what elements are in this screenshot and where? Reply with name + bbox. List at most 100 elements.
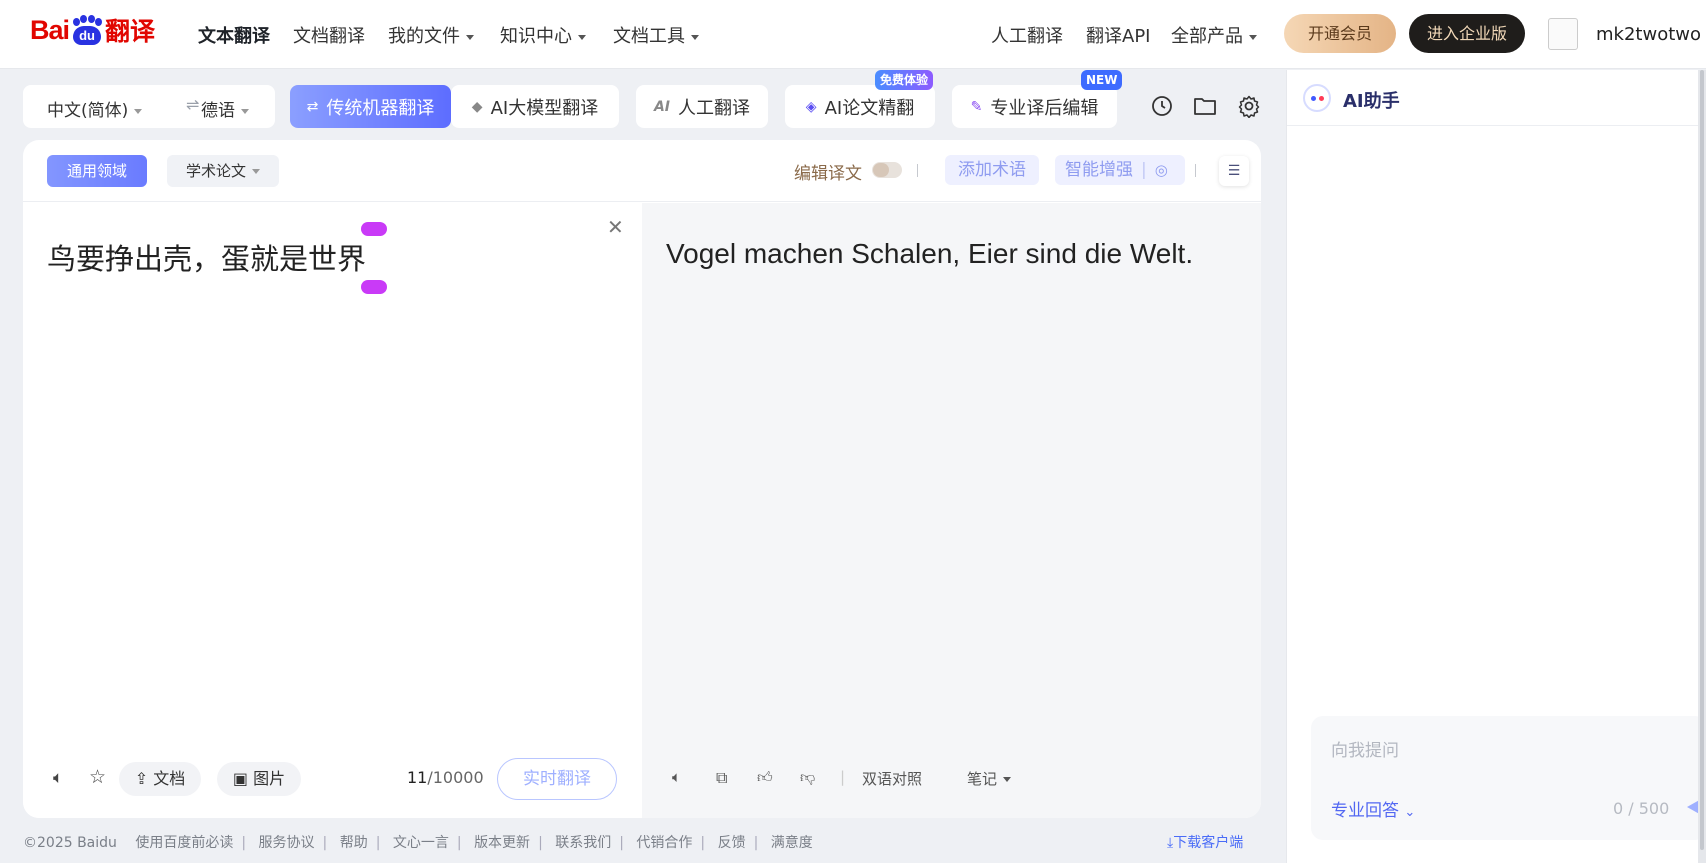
divider	[1195, 164, 1196, 177]
nav-doc-tools[interactable]: 文档工具	[613, 22, 699, 48]
logo-text-du: du	[73, 26, 102, 45]
footer-link[interactable]: 代销合作	[636, 835, 692, 851]
top-nav: Bai du 翻译 文本翻译 文档翻译 我的文件 知识中心 文档工具 人工翻译 …	[0, 0, 1706, 69]
chevron-down-icon	[1003, 777, 1012, 782]
footer-link[interactable]: 满意度	[771, 835, 813, 851]
divider	[917, 164, 918, 177]
target-icon: ◎	[1154, 161, 1168, 179]
clear-close-icon[interactable]: ✕	[607, 215, 624, 239]
copy-icon[interactable]: ⧉	[716, 768, 727, 788]
free-trial-badge: 免费体验	[875, 70, 934, 90]
bilingual-view-button[interactable]: 双语对照	[862, 768, 922, 789]
realtime-translate-button[interactable]: 实时翻译	[497, 758, 617, 800]
history-clock-icon[interactable]	[1148, 92, 1176, 120]
translation-card: 通用领域 学术论文 编辑译文 添加术语 智能增强 | ◎ ☰ 鸟要挣出壳，蛋就是世界…	[23, 140, 1261, 818]
scrollbar[interactable]	[1698, 70, 1706, 863]
baidu-fanyi-logo[interactable]: Bai du 翻译	[30, 10, 155, 50]
username[interactable]: mk2twotwo	[1596, 24, 1701, 45]
swap-language-icon[interactable]: ⇌	[186, 95, 199, 114]
image-icon: ▣	[232, 769, 248, 788]
footer-link[interactable]: 文心一言	[393, 835, 449, 851]
add-term-button[interactable]: 添加术语	[945, 155, 1039, 185]
speaker-icon[interactable]: 🔈︎	[53, 768, 63, 788]
source-pane: 鸟要挣出壳，蛋就是世界 ✕ 🔈︎ ☆ ⇪ 文档 ▣ 图片 11/10000 实时…	[23, 203, 642, 818]
edit-translation-toggle[interactable]	[872, 162, 902, 178]
upload-image-button[interactable]: ▣ 图片	[217, 762, 301, 796]
edit-pen-icon: ✎	[970, 98, 983, 115]
footer-link[interactable]: 使用百度前必读	[135, 835, 233, 851]
char-counter: 11/10000	[407, 768, 484, 787]
tab-post-editing[interactable]: ✎ 专业译后编辑 NEW	[952, 70, 1123, 128]
ai-question-box[interactable]: 向我提问 专业回答 ⌄ 0 / 500	[1311, 716, 1706, 840]
smart-enhance-button[interactable]: 智能增强 | ◎	[1055, 155, 1185, 185]
card-header: 通用领域 学术论文 编辑译文 添加术语 智能增强 | ◎ ☰	[23, 140, 1261, 202]
download-client-link[interactable]: ⤓下载客户端	[1167, 832, 1243, 852]
avatar[interactable]	[1548, 18, 1578, 50]
nav-human-translate[interactable]: 人工翻译	[991, 22, 1063, 48]
translate-icon: ⇄	[306, 98, 319, 115]
domain-general-chip[interactable]: 通用领域	[47, 155, 147, 187]
target-language-select[interactable]: 德语	[201, 96, 249, 121]
ai-char-counter: 0 / 500	[1613, 799, 1670, 818]
upload-icon: ⇪	[134, 769, 149, 788]
star-icon[interactable]: ☆	[89, 766, 106, 788]
gear-icon[interactable]	[1235, 92, 1263, 120]
target-footer: 🔈︎ ⧉ 👍︎ 👎︎ | 双语对照 笔记	[642, 738, 1261, 818]
vip-button[interactable]: 开通会员	[1284, 14, 1396, 53]
enterprise-button[interactable]: 进入企业版	[1409, 14, 1525, 53]
selection-handle-top[interactable]	[361, 222, 387, 236]
ai-assistant-icon	[1303, 84, 1331, 112]
logo-text-bai: Bai	[30, 14, 70, 45]
chevron-down-icon: ⌄	[1404, 805, 1416, 820]
footer-link[interactable]: 帮助	[340, 835, 368, 851]
nav-translate-api[interactable]: 翻译API	[1086, 22, 1150, 48]
tab-ai-paper-translation[interactable]: ◈ AI论文精翻 免费体验	[785, 70, 935, 128]
chevron-down-icon	[1249, 34, 1257, 40]
ai-assistant-panel: AI助手 向我提问 专业回答 ⌄ 0 / 500	[1286, 70, 1706, 863]
ai-sparkle-icon: AI	[653, 98, 671, 115]
cube-icon: ◆	[471, 98, 483, 115]
chevron-down-icon	[466, 34, 474, 40]
menu-lines-icon[interactable]: ☰	[1219, 156, 1249, 186]
target-pane: Vogel machen Schalen, Eier sind die Welt…	[642, 203, 1261, 818]
ai-panel-title: AI助手	[1343, 91, 1400, 112]
logo-text-fy: 翻译	[105, 17, 156, 46]
speaker-icon[interactable]: 🔈︎	[672, 768, 681, 786]
nav-doc-translate[interactable]: 文档翻译	[293, 22, 365, 48]
footer-link[interactable]: 版本更新	[474, 835, 530, 851]
tab-human-translation[interactable]: AI 人工翻译	[636, 85, 768, 128]
thumbs-down-icon[interactable]: 👎︎	[800, 768, 815, 787]
page-footer: ©2025 Baidu 使用百度前必读 | 服务协议 | 帮助 | 文心一言 | 版本更…	[23, 835, 813, 851]
chevron-down-icon	[578, 34, 586, 40]
footer-link[interactable]: 服务协议	[259, 835, 315, 851]
nav-text-translate[interactable]: 文本翻译	[198, 22, 270, 48]
source-language-select[interactable]: 中文(简体)	[47, 96, 143, 121]
folder-icon[interactable]	[1191, 92, 1219, 120]
new-badge: NEW	[1081, 70, 1123, 90]
domain-academic-chip[interactable]: 学术论文	[167, 155, 279, 187]
divider: |	[840, 768, 846, 786]
thumbs-up-icon[interactable]: 👍︎	[757, 768, 773, 787]
nav-my-files[interactable]: 我的文件	[388, 22, 474, 48]
tab-ai-llm-translation[interactable]: ◆ AI大模型翻译	[451, 85, 619, 128]
selection-handle-bottom[interactable]	[361, 280, 387, 294]
upload-doc-button[interactable]: ⇪ 文档	[119, 762, 201, 796]
answer-mode-dropdown[interactable]: 专业回答 ⌄	[1331, 796, 1415, 821]
chevron-down-icon	[691, 34, 699, 40]
chevron-down-icon	[134, 108, 143, 114]
notes-dropdown[interactable]: 笔记	[967, 768, 1012, 789]
ai-question-input[interactable]: 向我提问	[1331, 736, 1399, 761]
tab-machine-translation[interactable]: ⇄ 传统机器翻译	[290, 85, 451, 128]
nav-knowledge[interactable]: 知识中心	[500, 22, 586, 48]
translated-text: Vogel machen Schalen, Eier sind die Welt…	[666, 238, 1194, 269]
graduation-cap-icon: ◈	[805, 98, 817, 115]
copyright: ©2025 Baidu	[23, 835, 117, 851]
footer-link[interactable]: 反馈	[718, 835, 746, 851]
chevron-down-icon	[252, 169, 260, 174]
nav-all-products[interactable]: 全部产品	[1171, 22, 1257, 48]
source-text-input[interactable]: 鸟要挣出壳，蛋就是世界	[47, 236, 366, 278]
language-selector: 中文(简体) ⇌ 德语	[23, 85, 275, 128]
footer-link[interactable]: 联系我们	[555, 835, 611, 851]
paw-icon: du	[70, 15, 104, 45]
edit-translation-label: 编辑译文	[794, 164, 862, 184]
